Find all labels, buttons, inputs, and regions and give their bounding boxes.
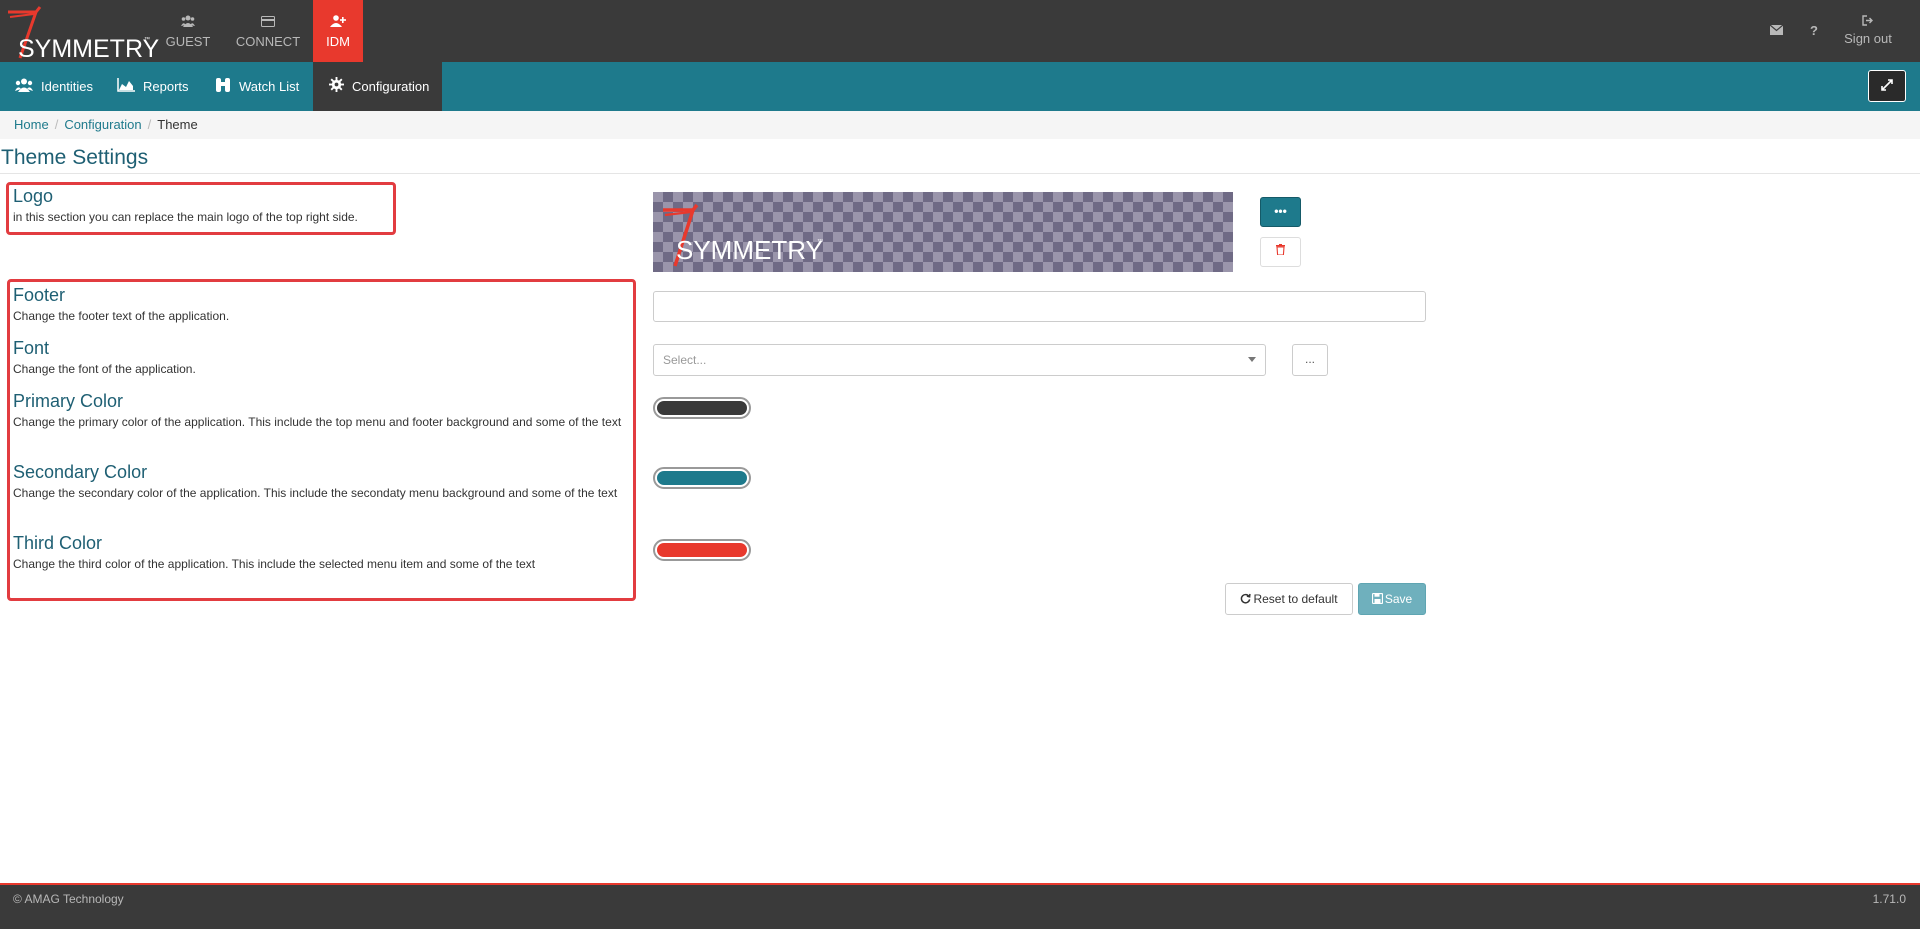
refresh-icon [1240,585,1252,615]
font-section-desc: Change the font of the application. [13,362,196,376]
breadcrumb-current: Theme [157,117,198,132]
users-icon [160,15,216,31]
mail-icon[interactable] [1769,23,1784,38]
subnav-reports[interactable]: Reports [117,62,189,111]
third-color-section-title: Third Color [13,533,103,553]
fullscreen-button[interactable] [1868,70,1906,102]
subnav-watch-list-label: Watch List [239,79,300,94]
help-icon[interactable]: ? [1810,23,1818,38]
third-color-swatch [657,543,747,557]
topnav-idm[interactable]: IDM [313,0,363,62]
font-more-button[interactable]: ... [1292,344,1328,376]
subnav-configuration[interactable]: Configuration [313,62,442,111]
third-color-section-desc: Change the third color of the applicatio… [13,557,536,571]
topnav-connect[interactable]: CONNECT [230,0,306,62]
sign-out-icon [1840,15,1896,31]
logo-section-desc: in this section you can replace the main… [13,210,358,224]
footer-text-input[interactable] [653,291,1426,322]
sign-out-label: Sign out [1844,31,1892,46]
footer-section-desc: Change the footer text of the applicatio… [13,309,230,323]
topnav-guest-label: GUEST [165,34,211,49]
subnav-configuration-label: Configuration [352,79,430,94]
page-title: Theme Settings [1,146,149,169]
breadcrumb-separator: / [147,117,152,132]
symmetry-logo[interactable]: SYMMETRY ™ [6,4,159,63]
logo-trademark: ™ [144,37,150,43]
font-select[interactable]: Select... [653,344,1266,376]
logo-text: SYMMETRY [18,35,160,63]
topnav-guest[interactable]: GUEST [160,0,216,62]
primary-color-section-desc: Change the primary color of the applicat… [13,415,622,429]
breadcrumb-home[interactable]: Home [14,117,49,132]
binoculars-icon [215,63,231,112]
save-button[interactable]: Save [1358,583,1426,615]
browse-logo-button[interactable]: ••• [1260,197,1301,227]
breadcrumb-configuration[interactable]: Configuration [64,117,141,132]
third-color-picker[interactable] [653,539,751,561]
footer-version: 1.71.0 [1872,892,1906,906]
floppy-disk-icon [1371,585,1383,615]
logo-section-title: Logo [13,186,54,206]
save-label: Save [1384,592,1413,606]
topnav-connect-label: CONNECT [235,34,301,49]
secondary-color-section-desc: Change the secondary color of the applic… [13,486,618,500]
logo-preview-trademark: ™ [817,239,823,245]
users-icon [15,63,33,112]
subnav-watch-list[interactable]: Watch List [215,62,299,111]
footer-section-title: Footer [13,285,66,305]
reset-label: Reset to default [1253,592,1338,606]
primary-color-section-title: Primary Color [13,391,124,411]
secondary-menu: Identities Reports Watch List Configurat… [0,62,1920,111]
subnav-identities[interactable]: Identities [15,62,93,111]
font-section-title: Font [13,338,50,358]
app-footer: © AMAG Technology 1.71.0 [0,885,1920,929]
logo-preview-image: SYMMETRY ™ [653,192,1233,272]
chevron-down-icon [1248,357,1256,362]
reset-to-default-button[interactable]: Reset to default [1225,583,1353,615]
primary-color-picker[interactable] [653,397,751,419]
primary-color-swatch [657,401,747,415]
footer-copyright: © AMAG Technology [13,892,124,906]
secondary-color-swatch [657,471,747,485]
sign-out-button[interactable]: Sign out [1840,15,1896,46]
user-plus-icon [313,15,363,31]
topnav-idm-label: IDM [326,34,350,49]
delete-logo-button[interactable] [1260,237,1301,267]
area-chart-icon [117,63,135,112]
subnav-identities-label: Identities [41,79,94,94]
top-bar: SYMMETRY ™ GUEST CONNECT IDM ? Sign out [0,0,1920,63]
card-icon [230,15,306,31]
secondary-color-picker[interactable] [653,467,751,489]
logo-preview-text: SYMMETRY [676,235,823,265]
expand-icon [1881,78,1893,94]
breadcrumb-separator: / [54,117,59,132]
subnav-reports-label: Reports [143,79,189,94]
secondary-color-section-title: Secondary Color [13,462,148,482]
font-select-placeholder: Select... [663,353,707,367]
trash-icon [1276,244,1285,258]
title-divider [0,173,1920,174]
breadcrumb: Home / Configuration / Theme [0,111,1920,139]
gear-icon [329,63,344,112]
